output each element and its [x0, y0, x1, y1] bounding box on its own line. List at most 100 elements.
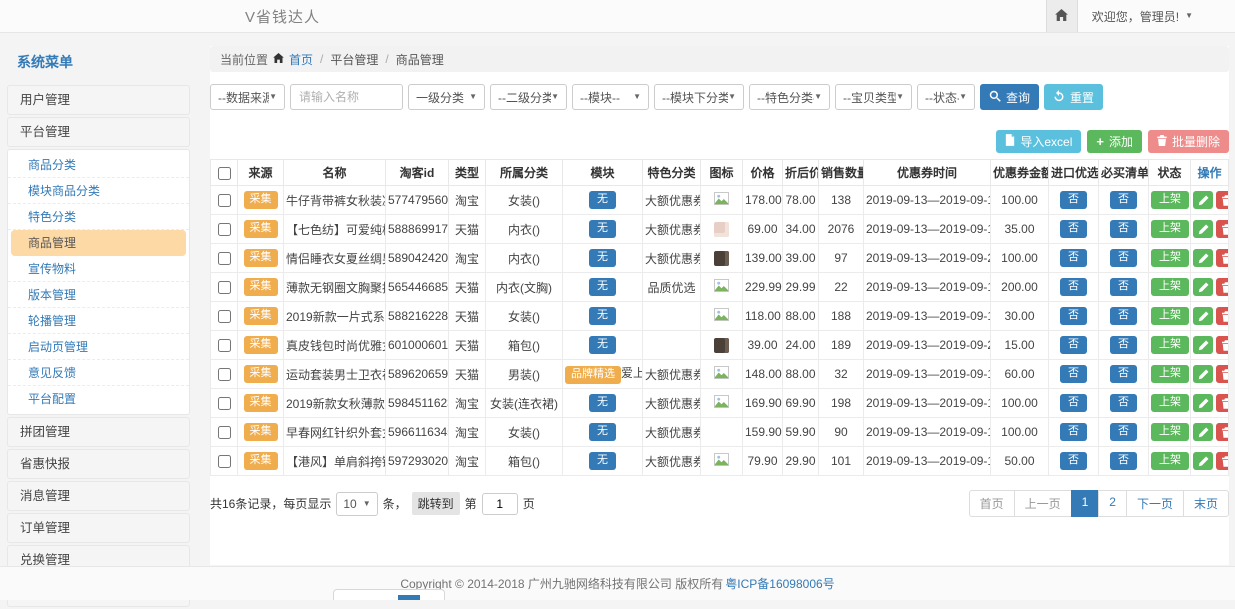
- import-select-toggle[interactable]: 否: [1060, 452, 1087, 469]
- module-none-button[interactable]: 无: [589, 191, 616, 208]
- must-buy-toggle[interactable]: 否: [1110, 365, 1137, 382]
- icp-link[interactable]: 粤ICP备16098006号: [725, 575, 834, 592]
- status-button[interactable]: 上架: [1151, 365, 1189, 382]
- row-checkbox[interactable]: [218, 339, 231, 352]
- sidebar-group-item[interactable]: 平台管理: [7, 117, 190, 147]
- module-none-button[interactable]: 无: [589, 249, 616, 266]
- name-search-input[interactable]: [290, 84, 403, 110]
- status-button[interactable]: 上架: [1151, 278, 1189, 295]
- row-checkbox[interactable]: [218, 397, 231, 410]
- row-checkbox[interactable]: [218, 281, 231, 294]
- import-select-toggle[interactable]: 否: [1060, 191, 1087, 208]
- sidebar-link-item[interactable]: 启动页管理: [8, 334, 189, 360]
- row-checkbox[interactable]: [218, 223, 231, 236]
- filter-select[interactable]: --二级分类--▼: [490, 84, 567, 110]
- must-buy-toggle[interactable]: 否: [1110, 191, 1137, 208]
- breadcrumb-home-link[interactable]: 首页: [289, 51, 313, 68]
- pagination-button[interactable]: 上一页: [1014, 490, 1072, 517]
- sidebar-group-item[interactable]: 省惠快报: [7, 449, 190, 479]
- filter-select[interactable]: --特色分类--▼: [749, 84, 830, 110]
- delete-button[interactable]: [1216, 336, 1229, 354]
- sidebar-link-active[interactable]: 商品管理: [11, 230, 186, 256]
- module-none-button[interactable]: 无: [589, 220, 616, 237]
- edit-button[interactable]: [1193, 423, 1213, 441]
- jump-button[interactable]: 跳转到: [412, 492, 460, 515]
- home-button[interactable]: [1046, 0, 1078, 32]
- import-select-toggle[interactable]: 否: [1060, 220, 1087, 237]
- module-none-button[interactable]: 无: [589, 278, 616, 295]
- must-buy-toggle[interactable]: 否: [1110, 336, 1137, 353]
- status-button[interactable]: 上架: [1151, 452, 1189, 469]
- edit-button[interactable]: [1193, 452, 1213, 470]
- must-buy-toggle[interactable]: 否: [1110, 220, 1137, 237]
- sidebar-link-item[interactable]: 宣传物料: [8, 256, 189, 282]
- row-checkbox[interactable]: [218, 252, 231, 265]
- must-buy-toggle[interactable]: 否: [1110, 278, 1137, 295]
- sidebar-link-item[interactable]: 特色分类: [8, 204, 189, 230]
- sidebar-link-item[interactable]: 意见反馈: [8, 360, 189, 386]
- page-size-select[interactable]: 10 ▼: [336, 492, 377, 516]
- sidebar-group-item[interactable]: 用户管理: [7, 85, 190, 115]
- delete-button[interactable]: [1216, 365, 1229, 383]
- filter-select[interactable]: --模块下分类--▼: [654, 84, 744, 110]
- must-buy-toggle[interactable]: 否: [1110, 423, 1137, 440]
- filter-select[interactable]: 一级分类▼: [408, 84, 485, 110]
- delete-button[interactable]: [1216, 307, 1229, 325]
- row-checkbox[interactable]: [218, 426, 231, 439]
- sidebar-link-item[interactable]: 模块商品分类: [8, 178, 189, 204]
- must-buy-toggle[interactable]: 否: [1110, 452, 1137, 469]
- sidebar-link-item[interactable]: 商品分类: [8, 152, 189, 178]
- pagination-button[interactable]: 2: [1098, 490, 1127, 517]
- row-checkbox[interactable]: [218, 194, 231, 207]
- must-buy-toggle[interactable]: 否: [1110, 307, 1137, 324]
- edit-button[interactable]: [1193, 336, 1213, 354]
- reset-button[interactable]: 重置: [1044, 84, 1103, 110]
- pagination-button[interactable]: 末页: [1183, 490, 1229, 517]
- import-select-toggle[interactable]: 否: [1060, 278, 1087, 295]
- filter-select[interactable]: --数据来源--▼: [210, 84, 285, 110]
- module-none-button[interactable]: 无: [589, 394, 616, 411]
- search-button[interactable]: 查询: [980, 84, 1039, 110]
- sidebar-group-item[interactable]: 消息管理: [7, 481, 190, 511]
- user-menu[interactable]: 欢迎您，管理员! ▼: [1078, 8, 1235, 25]
- must-buy-toggle[interactable]: 否: [1110, 394, 1137, 411]
- delete-button[interactable]: [1216, 220, 1229, 238]
- sidebar-group-item[interactable]: 订单管理: [7, 513, 190, 543]
- edit-button[interactable]: [1193, 191, 1213, 209]
- page-number-input[interactable]: [482, 493, 518, 515]
- select-all-checkbox[interactable]: [218, 167, 231, 180]
- delete-button[interactable]: [1216, 423, 1229, 441]
- filter-select[interactable]: --宝贝类型--▼: [835, 84, 912, 110]
- pagination-button[interactable]: 下一页: [1126, 490, 1184, 517]
- sidebar-link-item[interactable]: 版本管理: [8, 282, 189, 308]
- import-excel-button[interactable]: 导入excel: [996, 130, 1081, 153]
- status-button[interactable]: 上架: [1151, 307, 1189, 324]
- batch-delete-button[interactable]: 批量删除: [1148, 130, 1229, 153]
- edit-button[interactable]: [1193, 278, 1213, 296]
- pagination-button[interactable]: 1: [1071, 490, 1100, 517]
- row-checkbox[interactable]: [218, 310, 231, 323]
- sidebar-link-item[interactable]: 平台配置: [8, 386, 189, 412]
- import-select-toggle[interactable]: 否: [1060, 365, 1087, 382]
- status-button[interactable]: 上架: [1151, 423, 1189, 440]
- delete-button[interactable]: [1216, 394, 1229, 412]
- status-button[interactable]: 上架: [1151, 220, 1189, 237]
- status-button[interactable]: 上架: [1151, 191, 1189, 208]
- row-checkbox[interactable]: [218, 455, 231, 468]
- add-button[interactable]: + 添加: [1087, 130, 1142, 153]
- import-select-toggle[interactable]: 否: [1060, 423, 1087, 440]
- module-none-button[interactable]: 无: [589, 423, 616, 440]
- import-select-toggle[interactable]: 否: [1060, 394, 1087, 411]
- pagination-button[interactable]: 首页: [969, 490, 1015, 517]
- module-none-button[interactable]: 无: [589, 307, 616, 324]
- sidebar-group-item[interactable]: 拼团管理: [7, 417, 190, 447]
- delete-button[interactable]: [1216, 249, 1229, 267]
- edit-button[interactable]: [1193, 249, 1213, 267]
- edit-button[interactable]: [1193, 394, 1213, 412]
- filter-select[interactable]: --模块--▼: [572, 84, 649, 110]
- status-button[interactable]: 上架: [1151, 249, 1189, 266]
- module-none-button[interactable]: 无: [589, 452, 616, 469]
- import-select-toggle[interactable]: 否: [1060, 307, 1087, 324]
- edit-button[interactable]: [1193, 307, 1213, 325]
- import-select-toggle[interactable]: 否: [1060, 249, 1087, 266]
